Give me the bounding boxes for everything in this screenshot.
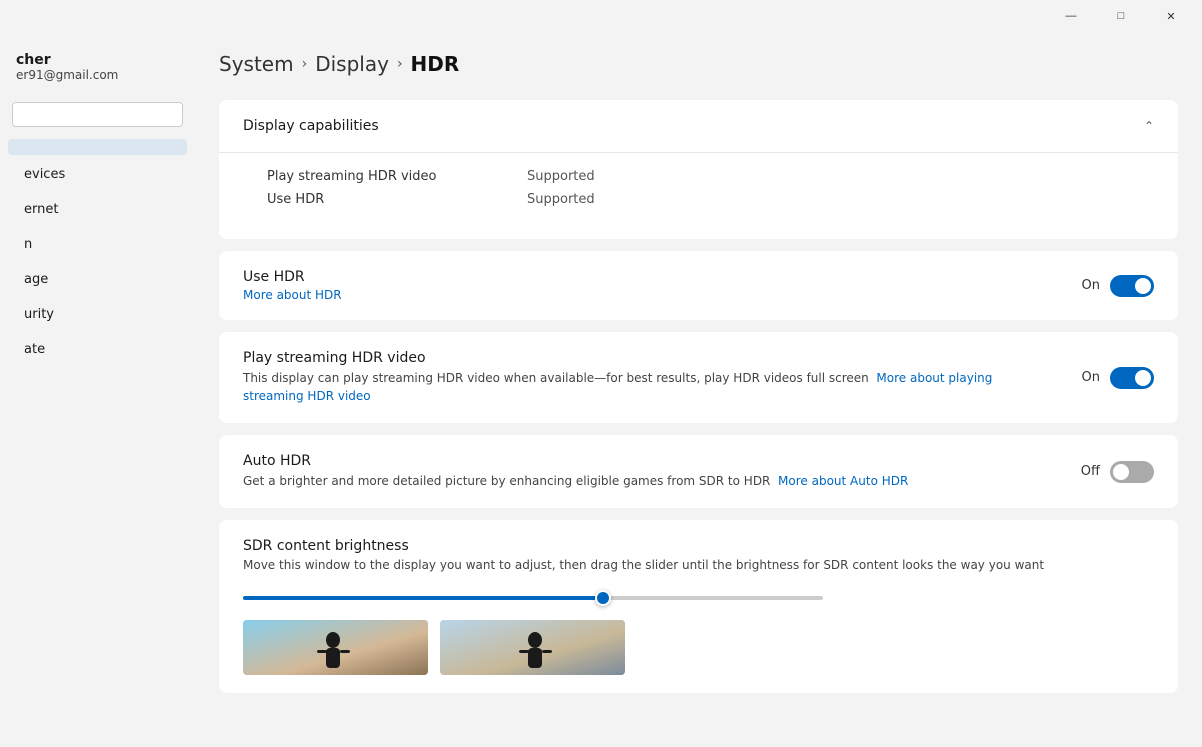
preview-image-right xyxy=(440,620,625,675)
close-button[interactable]: ✕ xyxy=(1148,0,1194,32)
chevron-up-icon: ⌃ xyxy=(1144,119,1154,133)
minimize-button[interactable]: — xyxy=(1048,0,1094,32)
play-streaming-title: Play streaming HDR video xyxy=(243,350,1023,366)
app-body: cher er91@gmail.com 🔍 evices ernet n age… xyxy=(0,32,1202,747)
user-name: cher xyxy=(16,52,179,68)
use-hdr-state: On xyxy=(1082,278,1100,293)
breadcrumb-system[interactable]: System xyxy=(219,52,294,76)
auto-hdr-toggle[interactable] xyxy=(1110,461,1154,483)
play-streaming-desc: This display can play streaming HDR vide… xyxy=(243,369,1023,405)
sdr-brightness-card: SDR content brightness Move this window … xyxy=(219,520,1178,693)
play-streaming-card: Play streaming HDR video This display ca… xyxy=(219,332,1178,423)
user-email: er91@gmail.com xyxy=(16,68,179,82)
search-input[interactable] xyxy=(21,107,195,122)
brightness-slider-container xyxy=(243,588,1154,608)
use-hdr-knob xyxy=(1135,278,1151,294)
sdr-brightness-title: SDR content brightness xyxy=(243,538,1154,554)
capabilities-table: Play streaming HDR video Supported Use H… xyxy=(219,152,1178,239)
display-capabilities-title: Display capabilities xyxy=(243,118,379,134)
play-streaming-toggle-right: On xyxy=(1082,367,1154,389)
auto-hdr-card: Auto HDR Get a brighter and more detaile… xyxy=(219,435,1178,508)
sidebar-item-internet[interactable]: ernet xyxy=(8,194,187,225)
sidebar-item-personalization[interactable]: n xyxy=(8,229,187,260)
preview-image-left xyxy=(243,620,428,675)
maximize-button[interactable]: □ xyxy=(1098,0,1144,32)
sdr-brightness-desc: Move this window to the display you want… xyxy=(243,558,1154,572)
play-streaming-toggle[interactable] xyxy=(1110,367,1154,389)
use-hdr-card: Use HDR More about HDR On xyxy=(219,251,1178,320)
play-streaming-state: On xyxy=(1082,370,1100,385)
use-hdr-link[interactable]: More about HDR xyxy=(243,288,342,302)
cap-value-usehdr: Supported xyxy=(527,192,595,207)
auto-hdr-toggle-right: Off xyxy=(1081,461,1154,483)
sidebar-item-update[interactable]: ate xyxy=(8,334,187,365)
sidebar-item-security[interactable]: urity xyxy=(8,299,187,330)
auto-hdr-knob xyxy=(1113,464,1129,480)
brightness-slider-track[interactable] xyxy=(243,596,823,600)
sidebar-user: cher er91@gmail.com xyxy=(0,44,195,98)
auto-hdr-link[interactable]: More about Auto HDR xyxy=(778,474,908,488)
display-capabilities-card: Display capabilities ⌃ Play streaming HD… xyxy=(219,100,1178,239)
preview-images xyxy=(243,620,1154,675)
breadcrumb-display[interactable]: Display xyxy=(315,52,389,76)
breadcrumb-sep-2: › xyxy=(397,56,403,72)
cap-value-streaming: Supported xyxy=(527,169,595,184)
breadcrumb-hdr: HDR xyxy=(411,52,460,76)
use-hdr-toggle-right: On xyxy=(1082,275,1154,297)
breadcrumb-sep-1: › xyxy=(302,56,308,72)
sidebar-item-selected[interactable] xyxy=(8,139,187,155)
breadcrumb: System › Display › HDR xyxy=(219,52,1178,76)
sidebar: cher er91@gmail.com 🔍 evices ernet n age… xyxy=(0,32,195,747)
sidebar-item-storage[interactable]: age xyxy=(8,264,187,295)
play-streaming-left: Play streaming HDR video This display ca… xyxy=(243,350,1023,405)
auto-hdr-title: Auto HDR xyxy=(243,453,908,469)
cap-row-streaming: Play streaming HDR video Supported xyxy=(267,169,1130,184)
auto-hdr-left: Auto HDR Get a brighter and more detaile… xyxy=(243,453,908,490)
auto-hdr-desc: Get a brighter and more detailed picture… xyxy=(243,472,908,490)
use-hdr-title: Use HDR xyxy=(243,269,342,285)
play-streaming-knob xyxy=(1135,370,1151,386)
brightness-slider-thumb[interactable] xyxy=(595,590,611,606)
auto-hdr-state: Off xyxy=(1081,464,1100,479)
use-hdr-toggle[interactable] xyxy=(1110,275,1154,297)
main-content: System › Display › HDR Display capabilit… xyxy=(195,32,1202,747)
cap-row-usehdr: Use HDR Supported xyxy=(267,192,1130,207)
cap-label-usehdr: Use HDR xyxy=(267,192,487,207)
display-capabilities-header[interactable]: Display capabilities ⌃ xyxy=(219,100,1178,152)
sidebar-item-devices[interactable]: evices xyxy=(8,159,187,190)
sidebar-search-box[interactable]: 🔍 xyxy=(12,102,183,127)
cap-label-streaming: Play streaming HDR video xyxy=(267,169,487,184)
use-hdr-left: Use HDR More about HDR xyxy=(243,269,342,302)
title-bar: — □ ✕ xyxy=(0,0,1202,32)
